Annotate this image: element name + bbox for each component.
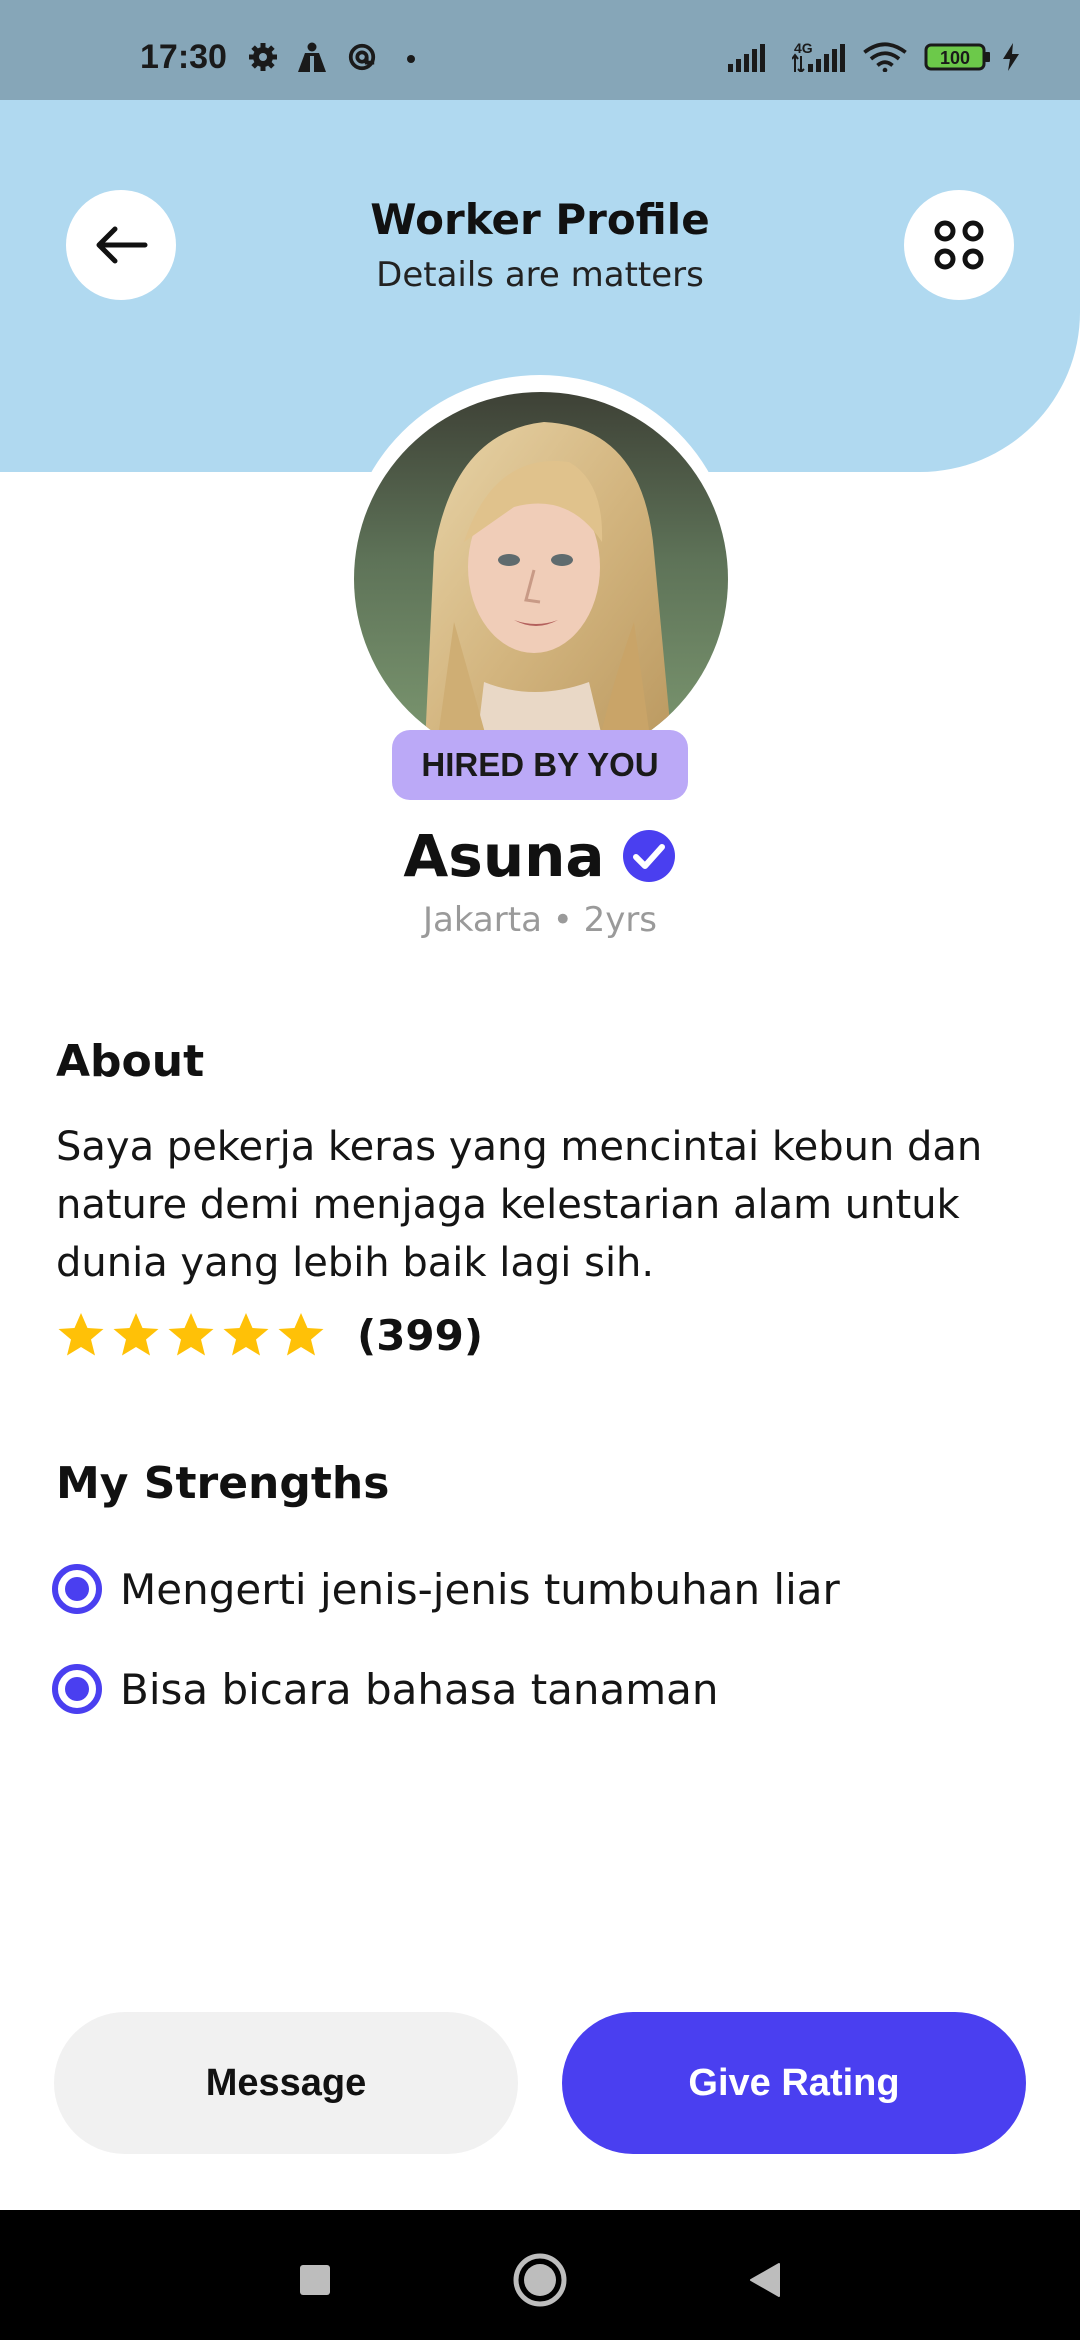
message-button[interactable]: Message <box>54 2012 518 2154</box>
star-icon <box>168 1313 214 1356</box>
star-icon <box>58 1313 104 1356</box>
page-subtitle: Details are matters <box>376 255 704 295</box>
person-notification-icon <box>298 42 326 72</box>
radio-selected-icon <box>52 1664 102 1714</box>
strength-item: Mengerti jenis-jenis tumbuhan liar <box>50 1562 840 1616</box>
square-icon <box>300 2265 330 2295</box>
rating-count: (399) <box>357 1310 484 1360</box>
arrow-left-icon <box>96 226 148 264</box>
status-time: 17:30 <box>140 38 227 76</box>
about-heading: About <box>56 1036 205 1087</box>
four-dots-icon <box>934 220 984 270</box>
rating-stars <box>56 1310 331 1360</box>
avatar <box>354 392 728 766</box>
page-title: Worker Profile <box>370 195 710 244</box>
strength-item: Bisa bicara bahasa tanaman <box>50 1662 719 1716</box>
radio-selected-icon <box>52 1564 102 1614</box>
hired-status-badge: HIRED BY YOU <box>392 730 688 800</box>
circle-home-icon <box>513 2253 567 2307</box>
charging-bolt-icon <box>1003 43 1019 71</box>
battery-icon: 100 <box>924 43 990 71</box>
back-button[interactable] <box>66 190 176 300</box>
star-icon <box>223 1313 269 1356</box>
signal-strength-icon <box>728 44 765 72</box>
svg-text:100: 100 <box>940 48 970 68</box>
wifi-icon <box>863 42 907 72</box>
strength-label: Mengerti jenis-jenis tumbuhan liar <box>120 1564 840 1614</box>
give-rating-button[interactable]: Give Rating <box>562 2012 1026 2154</box>
avatar-photo <box>354 392 728 766</box>
options-menu-button[interactable] <box>904 190 1014 300</box>
recent-apps-button[interactable] <box>285 2250 345 2310</box>
home-button[interactable] <box>510 2250 570 2310</box>
worker-profile-screen: 17:30 4G 100 Worker Profile Details are … <box>0 0 1080 2340</box>
rating-row: (399) <box>56 1310 483 1360</box>
profile-name: Asuna <box>403 822 605 890</box>
at-sync-icon <box>348 43 376 71</box>
back-nav-button[interactable] <box>735 2250 795 2310</box>
star-icon <box>278 1313 324 1356</box>
system-navigation-bar <box>0 2210 1080 2340</box>
profile-location-experience: Jakarta • 2yrs <box>422 900 658 940</box>
about-description: Saya pekerja keras yang mencintai kebun … <box>56 1124 983 1286</box>
status-bar: 17:30 4G 100 <box>0 0 1080 100</box>
strength-label: Bisa bicara bahasa tanaman <box>120 1664 719 1714</box>
star-icon <box>113 1313 159 1356</box>
signal-4g-icon <box>792 44 845 72</box>
notification-dot-icon <box>407 55 415 63</box>
verified-check-icon <box>622 830 675 882</box>
strengths-heading: My Strengths <box>56 1458 390 1509</box>
triangle-back-icon <box>750 2263 780 2297</box>
profile-name-row: Asuna <box>0 822 1080 890</box>
settings-gear-icon <box>249 43 277 71</box>
